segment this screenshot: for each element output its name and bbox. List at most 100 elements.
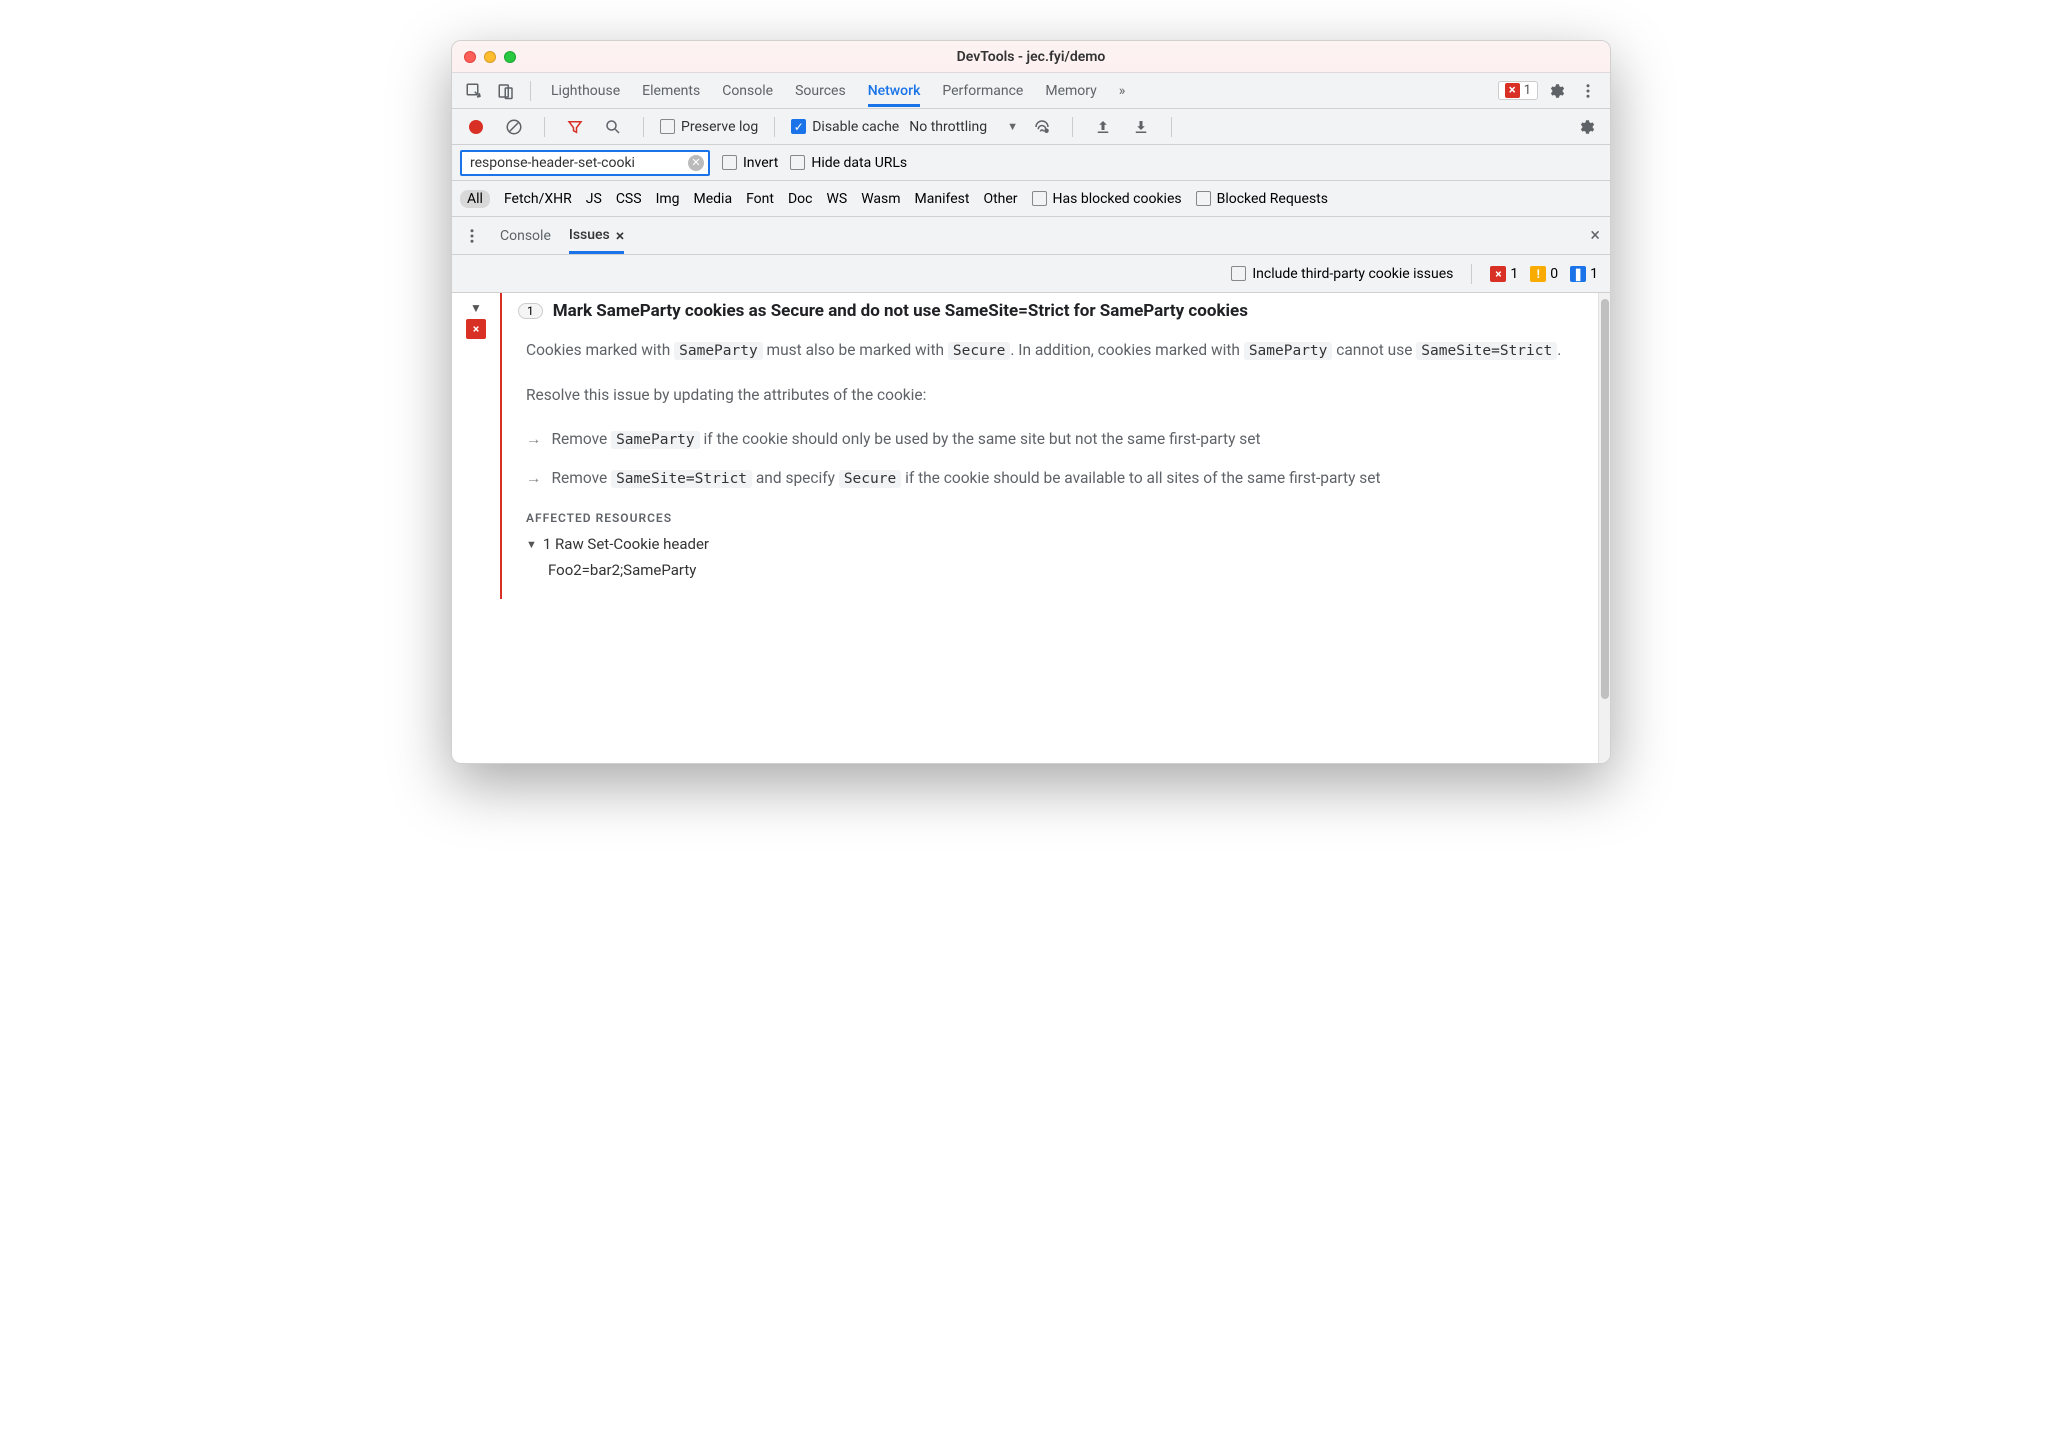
drawer-tab-issues[interactable]: Issues × bbox=[569, 218, 624, 254]
tab-memory[interactable]: Memory bbox=[1045, 75, 1096, 107]
issue-description: Cookies marked with SameParty must also … bbox=[526, 337, 1582, 364]
error-square-icon: × bbox=[1490, 266, 1506, 282]
filter-input[interactable]: response-header-set-cooki ✕ bbox=[460, 150, 710, 176]
type-fetch-xhr[interactable]: Fetch/XHR bbox=[504, 191, 572, 207]
checkbox-icon bbox=[1231, 266, 1246, 281]
clear-icon[interactable] bbox=[500, 113, 528, 141]
titlebar: DevTools - jec.fyi/demo bbox=[452, 41, 1610, 73]
throttling-select[interactable]: No throttling ▼ bbox=[909, 119, 1018, 135]
checkbox-icon bbox=[1196, 191, 1211, 206]
expand-triangle-icon: ▼ bbox=[526, 538, 537, 551]
window-close[interactable] bbox=[464, 51, 476, 63]
disable-cache-checkbox[interactable]: ✓ Disable cache bbox=[791, 119, 899, 135]
issue-resolve-intro: Resolve this issue by updating the attri… bbox=[526, 382, 1582, 408]
type-other[interactable]: Other bbox=[983, 191, 1017, 207]
issues-toolbar: Include third-party cookie issues × 1 ! … bbox=[452, 255, 1610, 293]
type-filter-bar: All Fetch/XHR JS CSS Img Media Font Doc … bbox=[452, 181, 1610, 217]
invert-checkbox[interactable]: Invert bbox=[722, 155, 778, 171]
resolution-step-1: → Remove SameParty if the cookie should … bbox=[526, 426, 1582, 453]
issue-body: 1 Mark SameParty cookies as Secure and d… bbox=[500, 293, 1598, 599]
scrollbar[interactable] bbox=[1598, 293, 1610, 763]
network-conditions-icon[interactable] bbox=[1028, 113, 1056, 141]
type-doc[interactable]: Doc bbox=[788, 191, 813, 207]
tab-lighthouse[interactable]: Lighthouse bbox=[551, 75, 620, 107]
close-tab-icon[interactable]: × bbox=[616, 226, 625, 245]
tab-performance[interactable]: Performance bbox=[942, 75, 1023, 107]
tab-sources[interactable]: Sources bbox=[795, 75, 846, 107]
tab-overflow[interactable]: » bbox=[1119, 75, 1126, 107]
issues-content: ▼ × 1 Mark SameParty cookies as Secure a… bbox=[452, 293, 1610, 763]
type-font[interactable]: Font bbox=[746, 191, 774, 207]
filter-bar: response-header-set-cooki ✕ Invert Hide … bbox=[452, 145, 1610, 181]
tab-elements[interactable]: Elements bbox=[642, 75, 700, 107]
device-toggle-icon[interactable] bbox=[492, 77, 520, 105]
network-toolbar: Preserve log ✓ Disable cache No throttli… bbox=[452, 109, 1610, 145]
affected-resources-label: AFFECTED RESOURCES bbox=[526, 511, 1582, 525]
error-issues-count[interactable]: × 1 bbox=[1490, 266, 1518, 282]
cookie-value: Foo2=bar2;SameParty bbox=[526, 561, 1582, 579]
has-blocked-cookies-checkbox[interactable]: Has blocked cookies bbox=[1032, 191, 1182, 207]
traffic-lights bbox=[464, 51, 516, 63]
more-icon[interactable] bbox=[1574, 77, 1602, 105]
tab-console[interactable]: Console bbox=[722, 75, 773, 107]
tab-network[interactable]: Network bbox=[868, 75, 921, 107]
devtools-window: DevTools - jec.fyi/demo Lighthouse Eleme… bbox=[451, 40, 1611, 764]
type-img[interactable]: Img bbox=[656, 191, 680, 207]
type-wasm[interactable]: Wasm bbox=[861, 191, 900, 207]
error-count: 1 bbox=[1524, 83, 1531, 98]
info-issues-count[interactable]: ❚ 1 bbox=[1570, 266, 1598, 282]
drawer-tabs: Console Issues × × bbox=[452, 217, 1610, 255]
arrow-icon: → bbox=[526, 426, 542, 453]
affected-resource-row[interactable]: ▼ 1 Raw Set-Cookie header bbox=[526, 535, 1582, 553]
main-toolbar: Lighthouse Elements Console Sources Netw… bbox=[452, 73, 1610, 109]
type-all[interactable]: All bbox=[460, 190, 490, 208]
close-drawer-icon[interactable]: × bbox=[1590, 225, 1600, 246]
window-title: DevTools - jec.fyi/demo bbox=[452, 49, 1610, 65]
warning-issues-count[interactable]: ! 0 bbox=[1530, 266, 1558, 282]
checkbox-icon bbox=[660, 119, 675, 134]
clear-filter-icon[interactable]: ✕ bbox=[688, 155, 704, 171]
drawer-tab-console[interactable]: Console bbox=[500, 220, 551, 252]
drawer-more-icon[interactable] bbox=[462, 222, 482, 250]
issue-severity-icon: × bbox=[466, 319, 486, 339]
filter-icon[interactable] bbox=[561, 113, 589, 141]
info-square-icon: ❚ bbox=[1570, 266, 1586, 282]
issue-header[interactable]: 1 Mark SameParty cookies as Secure and d… bbox=[518, 301, 1582, 321]
checkbox-icon bbox=[1032, 191, 1047, 206]
issue-gutter: ▼ × bbox=[452, 293, 500, 339]
blocked-requests-checkbox[interactable]: Blocked Requests bbox=[1196, 191, 1328, 207]
scrollbar-thumb[interactable] bbox=[1601, 299, 1609, 699]
error-icon: × bbox=[1505, 83, 1520, 98]
download-icon[interactable] bbox=[1127, 113, 1155, 141]
include-third-party-checkbox[interactable]: Include third-party cookie issues bbox=[1231, 266, 1453, 282]
inspect-icon[interactable] bbox=[460, 77, 488, 105]
issue-count-badge: 1 bbox=[518, 303, 543, 319]
issue-title: Mark SameParty cookies as Secure and do … bbox=[553, 301, 1248, 321]
checkbox-icon bbox=[790, 155, 805, 170]
checkbox-icon bbox=[722, 155, 737, 170]
arrow-icon: → bbox=[526, 465, 542, 492]
upload-icon[interactable] bbox=[1089, 113, 1117, 141]
resolution-step-2: → Remove SameSite=Strict and specify Sec… bbox=[526, 465, 1582, 492]
filter-input-value: response-header-set-cooki bbox=[470, 155, 635, 171]
window-minimize[interactable] bbox=[484, 51, 496, 63]
dropdown-icon: ▼ bbox=[1007, 120, 1018, 133]
hide-data-urls-checkbox[interactable]: Hide data URLs bbox=[790, 155, 907, 171]
type-js[interactable]: JS bbox=[586, 191, 602, 207]
panel-settings-icon[interactable] bbox=[1572, 113, 1600, 141]
type-manifest[interactable]: Manifest bbox=[915, 191, 970, 207]
settings-icon[interactable] bbox=[1542, 77, 1570, 105]
type-ws[interactable]: WS bbox=[826, 191, 847, 207]
error-badge[interactable]: × 1 bbox=[1498, 81, 1538, 100]
separator bbox=[530, 81, 531, 101]
checkbox-checked-icon: ✓ bbox=[791, 119, 806, 134]
type-css[interactable]: CSS bbox=[616, 191, 642, 207]
expand-triangle-icon[interactable]: ▼ bbox=[470, 301, 482, 315]
type-media[interactable]: Media bbox=[694, 191, 733, 207]
search-icon[interactable] bbox=[599, 113, 627, 141]
window-zoom[interactable] bbox=[504, 51, 516, 63]
preserve-log-checkbox[interactable]: Preserve log bbox=[660, 119, 758, 135]
record-button[interactable] bbox=[462, 113, 490, 141]
warning-square-icon: ! bbox=[1530, 266, 1546, 282]
panel-tabs: Lighthouse Elements Console Sources Netw… bbox=[541, 75, 1494, 107]
